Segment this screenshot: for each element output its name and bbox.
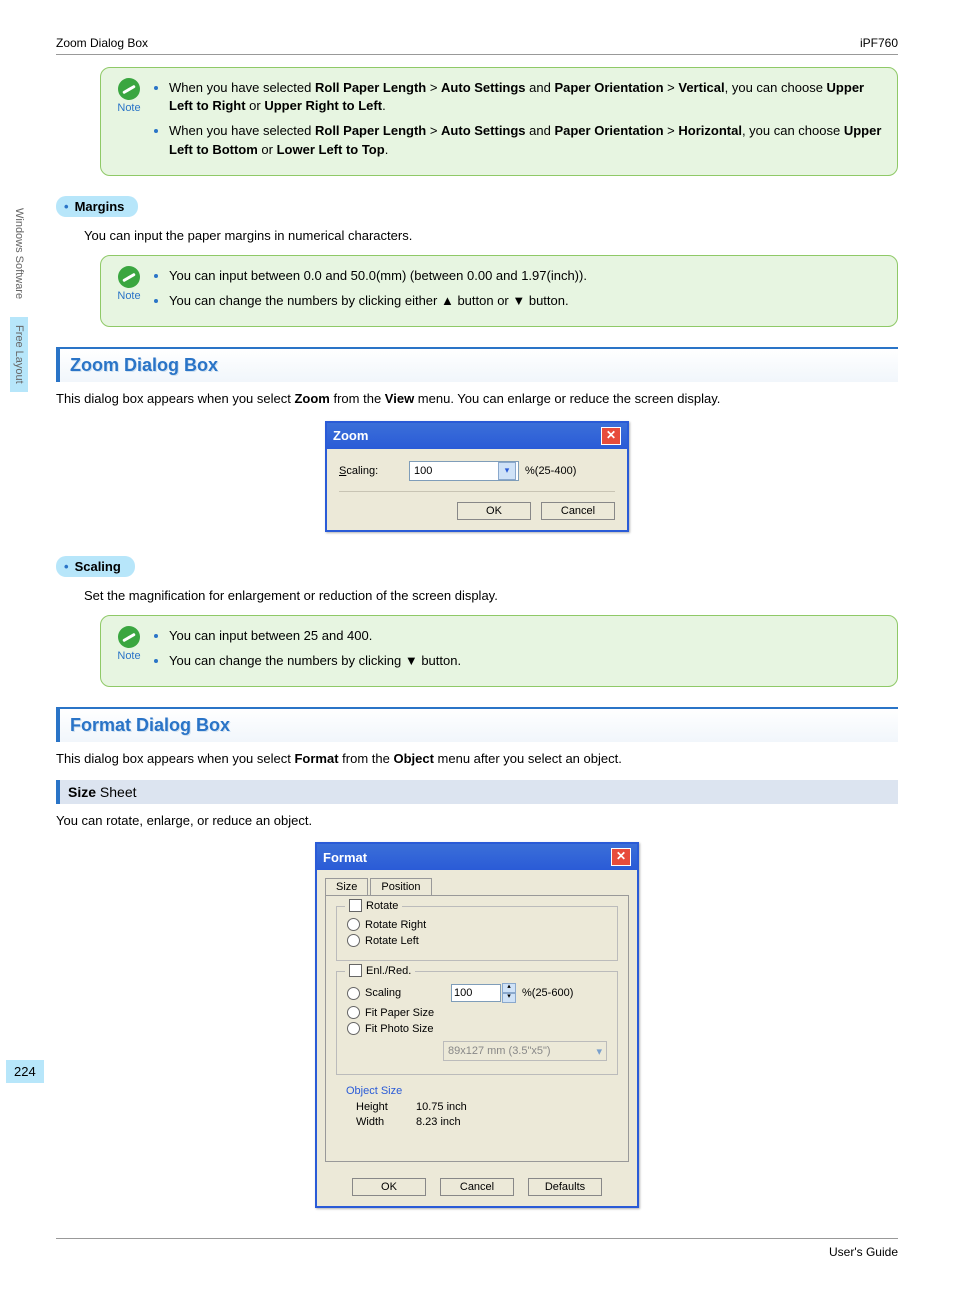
section-format-dialog-box: Format Dialog Box [56,707,898,742]
close-icon[interactable]: ✕ [601,427,621,445]
tab-position[interactable]: Position [370,878,431,895]
object-size-title: Object Size [346,1085,608,1097]
side-tabs: Windows Software Free Layout [10,200,40,402]
width-label: Width [356,1116,416,1128]
size-sheet-desc: You can rotate, enlarge, or reduce an ob… [56,812,898,830]
footer-guide: User's Guide [56,1238,898,1259]
group-object-size: Object Size Height10.75 inch Width8.23 i… [336,1085,618,1141]
header-right: iPF760 [860,36,898,50]
enlred-checkbox[interactable] [349,964,362,977]
chevron-down-icon[interactable]: ▾ [498,462,516,480]
format-dialog-title: Format [323,850,367,865]
fit-paper-label: Fit Paper Size [365,1007,434,1019]
format-dialog: Format ✕ Size Position Rotate Rotate Rig… [315,842,639,1208]
margins-note-2: You can change the numbers by clicking e… [169,291,587,310]
scaling-label: SScaling:caling: [339,465,409,477]
zoom-desc: This dialog box appears when you select … [56,390,898,408]
side-tab-free-layout[interactable]: Free Layout [10,317,28,392]
height-label: Height [356,1101,416,1113]
header-left: Zoom Dialog Box [56,36,148,50]
scaling-combo[interactable]: 100 ▾ [409,461,519,481]
note-icon [118,266,140,288]
radio-fit-photo[interactable] [347,1022,360,1035]
chevron-down-icon[interactable]: ▾ [596,1045,602,1058]
note1-item2: When you have selected Roll Paper Length… [169,121,883,158]
scaling-value: 100 [414,465,494,477]
margins-desc: You can input the paper margins in numer… [84,227,898,245]
scaling-option-label: Scaling [365,987,451,999]
zoom-dialog-title: Zoom [333,428,368,443]
scaling-desc: Set the magnification for enlargement or… [84,587,898,605]
photo-size-combo[interactable]: 89x127 mm (3.5"x5") ▾ [443,1041,607,1061]
tab-size[interactable]: Size [325,878,368,895]
scaling-spinner[interactable]: 100 [451,984,501,1002]
note-icon [118,78,140,100]
scaling-note-2: You can change the numbers by clicking ▼… [169,651,461,670]
cancel-button[interactable]: Cancel [440,1178,514,1196]
cancel-button[interactable]: Cancel [541,502,615,520]
radio-rotate-left[interactable] [347,934,360,947]
section-zoom-dialog-box: Zoom Dialog Box [56,347,898,382]
group-enlred: Enl./Red. Scaling 100 ▴▾ %(25-600) Fit P… [336,971,618,1075]
radio-fit-paper[interactable] [347,1006,360,1019]
subsection-size-sheet: Size Sheet [56,780,898,804]
page-number: 224 [6,1060,44,1083]
scaling-note-1: You can input between 25 and 400. [169,626,461,645]
heading-scaling: Scaling [56,556,135,577]
defaults-button[interactable]: Defaults [528,1178,602,1196]
width-value: 8.23 inch [416,1116,461,1128]
zoom-dialog: Zoom ✕ SScaling:caling: 100 ▾ %(25-400) … [325,421,629,532]
margins-note-1: You can input between 0.0 and 50.0(mm) (… [169,266,587,285]
heading-margins: Margins [56,196,138,217]
spin-up-icon[interactable]: ▴ [502,983,516,993]
enlred-group-label: Enl./Red. [366,965,411,977]
rotate-checkbox[interactable] [349,899,362,912]
radio-rotate-right[interactable] [347,918,360,931]
spin-down-icon[interactable]: ▾ [502,993,516,1003]
height-value: 10.75 inch [416,1101,467,1113]
fit-photo-label: Fit Photo Size [365,1023,433,1035]
side-tab-windows-software[interactable]: Windows Software [10,200,28,307]
note-icon [118,626,140,648]
photo-size-value: 89x127 mm (3.5"x5") [448,1045,551,1057]
note-box-orientation: Note When you have selected Roll Paper L… [100,67,898,176]
note-label: Note [117,650,140,662]
note-label: Note [117,102,140,114]
radio-scaling[interactable] [347,987,360,1000]
ok-button[interactable]: OK [352,1178,426,1196]
rotate-group-label: Rotate [366,900,398,912]
group-rotate: Rotate Rotate Right Rotate Left [336,906,618,961]
close-icon[interactable]: ✕ [611,848,631,866]
note-box-scaling: Note You can input between 25 and 400. Y… [100,615,898,687]
rotate-left-label: Rotate Left [365,935,419,947]
rotate-right-label: Rotate Right [365,919,426,931]
note1-item1: When you have selected Roll Paper Length… [169,78,883,115]
ok-button[interactable]: OK [457,502,531,520]
scaling-range: %(25-400) [525,465,576,477]
note-label: Note [117,290,140,302]
format-desc: This dialog box appears when you select … [56,750,898,768]
scaling-range-label: %(25-600) [522,987,573,999]
note-box-margins: Note You can input between 0.0 and 50.0(… [100,255,898,327]
